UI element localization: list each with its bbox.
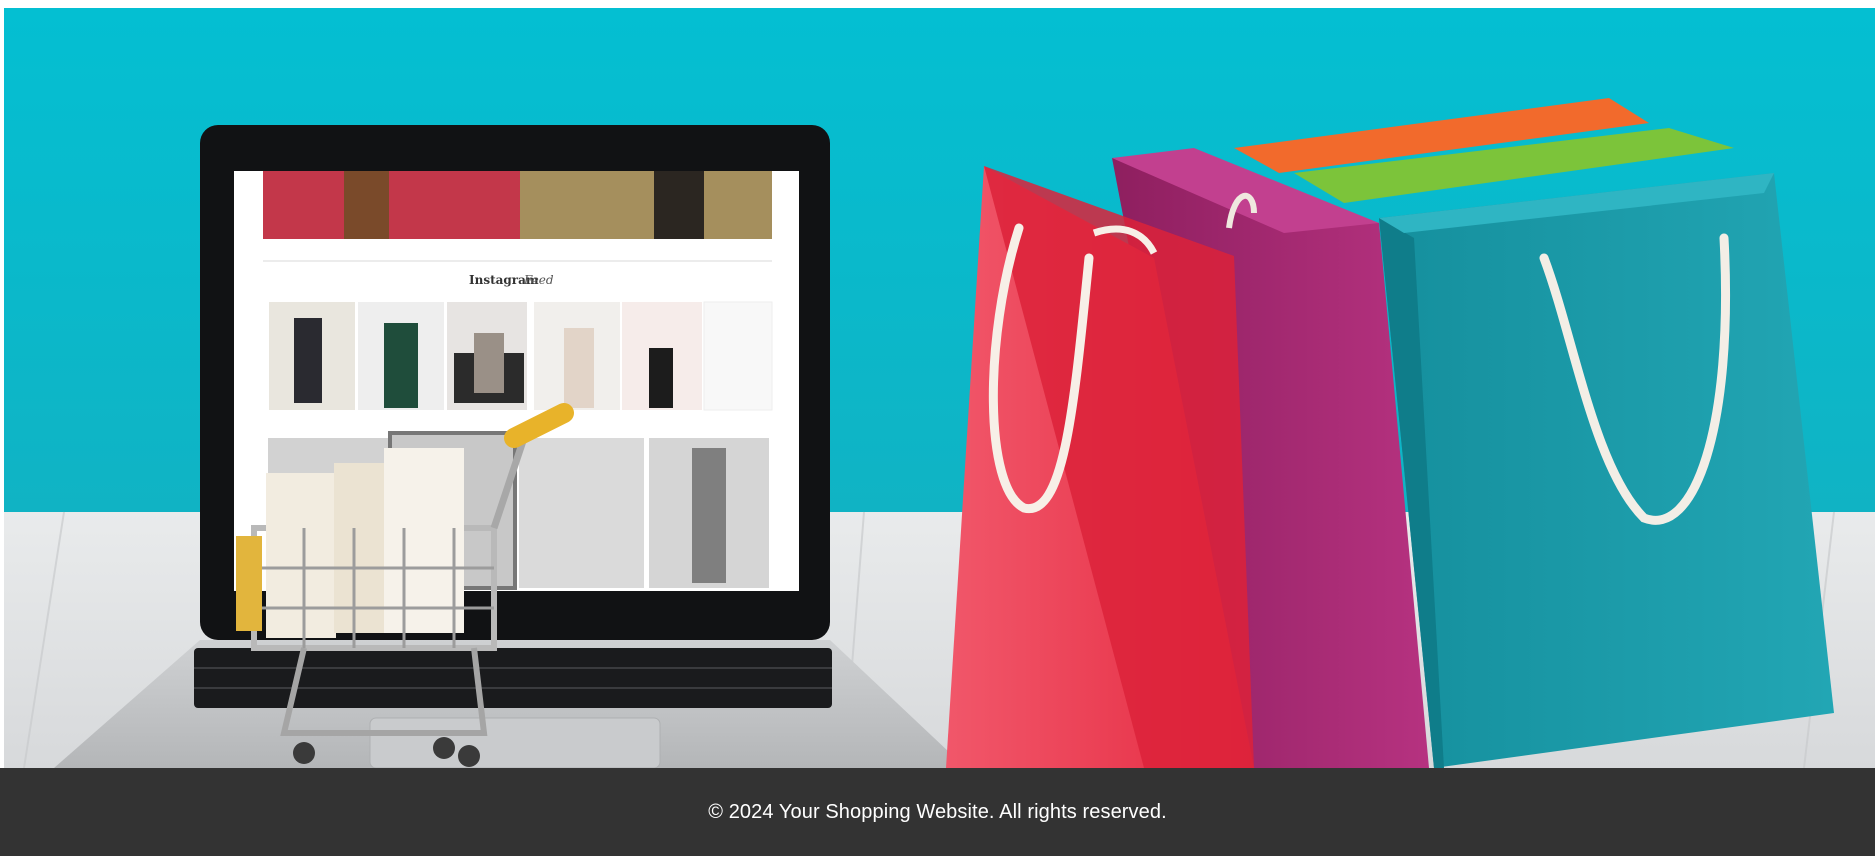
screen-heading-italic: Feed xyxy=(523,273,554,287)
red-bag xyxy=(946,166,1254,768)
site-footer: © 2024 Your Shopping Website. All rights… xyxy=(0,768,1875,856)
hero-illustration: Instagram Feed xyxy=(4,8,1875,768)
teal-bag xyxy=(1379,173,1834,768)
hero-banner: Instagram Feed xyxy=(4,8,1875,768)
footer-copyright: © 2024 Your Shopping Website. All rights… xyxy=(708,800,1167,823)
laptop-trackpad xyxy=(369,717,661,768)
